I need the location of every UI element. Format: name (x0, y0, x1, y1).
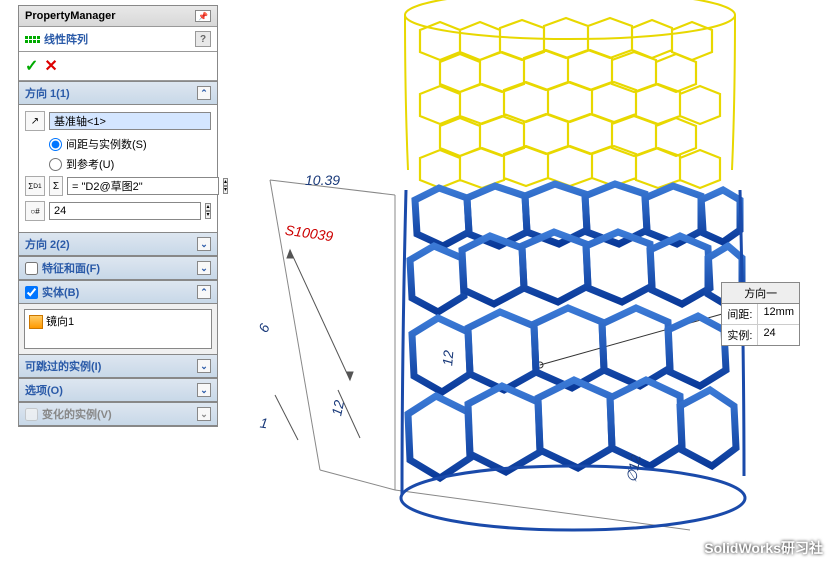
direction-reference-input[interactable] (49, 112, 211, 130)
callout-instances-value[interactable]: 24 (758, 325, 780, 345)
pin-icon[interactable]: 📌 (195, 10, 211, 22)
callout-row-spacing: 间距: 12mm (722, 304, 799, 325)
section-direction2-title: 方向 2(2) (25, 236, 70, 252)
expand-icon[interactable]: ⌄ (197, 359, 211, 373)
dimension-12a: 12 (328, 399, 347, 418)
watermark: SolidWorks研习社 (678, 538, 823, 558)
collapse-icon[interactable]: ⌃ (197, 86, 211, 100)
to-reference-radio[interactable]: 到参考(U) (49, 156, 211, 172)
radio-reference[interactable] (49, 158, 62, 171)
dimension-width: 10.39 (305, 172, 340, 188)
section-direction1-header[interactable]: 方向 1(1) ⌃ (19, 81, 217, 105)
feature-type-icon: 线性阵列 (25, 31, 88, 47)
section-options-header[interactable]: 选项(O) ⌄ (19, 378, 217, 402)
callout-row-instances: 实例: 24 (722, 325, 799, 345)
count-icon: ○# (25, 201, 45, 221)
section-varied-title: 变化的实例(V) (42, 406, 112, 422)
ok-cancel-bar: ✓ ✕ (19, 52, 217, 81)
radio-spacing-label: 间距与实例数(S) (66, 136, 147, 152)
equation-icon[interactable]: Σ (49, 176, 63, 196)
section-skip-header[interactable]: 可跳过的实例(I) ⌄ (19, 354, 217, 378)
count-input[interactable] (49, 202, 201, 220)
expand-icon: ⌄ (197, 407, 211, 421)
callout-title: 方向一 (722, 283, 799, 304)
section-features-header[interactable]: 特征和面(F) ⌄ (19, 256, 217, 280)
wechat-icon (678, 539, 698, 557)
reverse-direction-icon[interactable]: ↗ (25, 111, 45, 131)
callout-instances-label: 实例: (722, 325, 758, 345)
radio-reference-label: 到参考(U) (66, 156, 114, 172)
feature-bar: 线性阵列 ? (19, 27, 217, 52)
expand-icon[interactable]: ⌄ (197, 261, 211, 275)
bodies-listbox[interactable]: 镜向1 (24, 309, 212, 349)
section-skip-title: 可跳过的实例(I) (25, 358, 101, 374)
callout-spacing-label: 间距: (722, 304, 758, 324)
callout-spacing-value[interactable]: 12mm (758, 304, 799, 324)
body-item[interactable]: 镜向1 (46, 316, 74, 328)
help-icon[interactable]: ? (195, 31, 211, 47)
expand-icon[interactable]: ⌄ (197, 237, 211, 251)
features-checkbox[interactable] (25, 262, 38, 275)
count-spinner[interactable]: ▴▾ (205, 203, 211, 219)
section-bodies-header[interactable]: 实体(B) ⌃ (19, 280, 217, 304)
property-manager-panel: PropertyManager 📌 线性阵列 ? ✓ ✕ 方向 1(1) ⌃ ↗… (18, 5, 218, 427)
panel-title: PropertyManager (25, 10, 115, 22)
watermark-text: SolidWorks研习社 (704, 538, 823, 558)
expand-icon[interactable]: ⌄ (197, 383, 211, 397)
section-direction1-body: ↗ 间距与实例数(S) 到参考(U) ΣD1 Σ ▴▾ ○# ▴▾ (19, 105, 217, 232)
section-direction2-header[interactable]: 方向 2(2) ⌄ (19, 232, 217, 256)
section-options-title: 选项(O) (25, 382, 63, 398)
dimension-12b: 12 (439, 350, 456, 367)
ok-button[interactable]: ✓ (25, 56, 38, 76)
section-varied-header: 变化的实例(V) ⌄ (19, 402, 217, 426)
section-features-title: 特征和面(F) (42, 260, 100, 276)
spacing-instances-radio[interactable]: 间距与实例数(S) (49, 136, 211, 152)
section-direction1-title: 方向 1(1) (25, 85, 70, 101)
bodies-checkbox[interactable] (25, 286, 38, 299)
section-bodies-title: 实体(B) (42, 284, 79, 300)
spacing-icon: ΣD1 (25, 176, 45, 196)
spacing-spinner[interactable]: ▴▾ (223, 178, 228, 194)
varied-checkbox (25, 408, 38, 421)
cancel-button[interactable]: ✕ (44, 56, 57, 76)
radio-spacing[interactable] (49, 138, 62, 151)
graphics-viewport[interactable]: 10.39 S10039 6 1 12 12 ∅12 方向一 间距: 12mm … (230, 0, 838, 573)
collapse-icon[interactable]: ⌃ (197, 285, 211, 299)
feature-title: 线性阵列 (44, 31, 88, 47)
spacing-input[interactable] (67, 177, 219, 195)
panel-header: PropertyManager 📌 (19, 6, 217, 27)
body-icon (29, 315, 43, 329)
pattern-callout[interactable]: 方向一 间距: 12mm 实例: 24 (721, 282, 800, 346)
